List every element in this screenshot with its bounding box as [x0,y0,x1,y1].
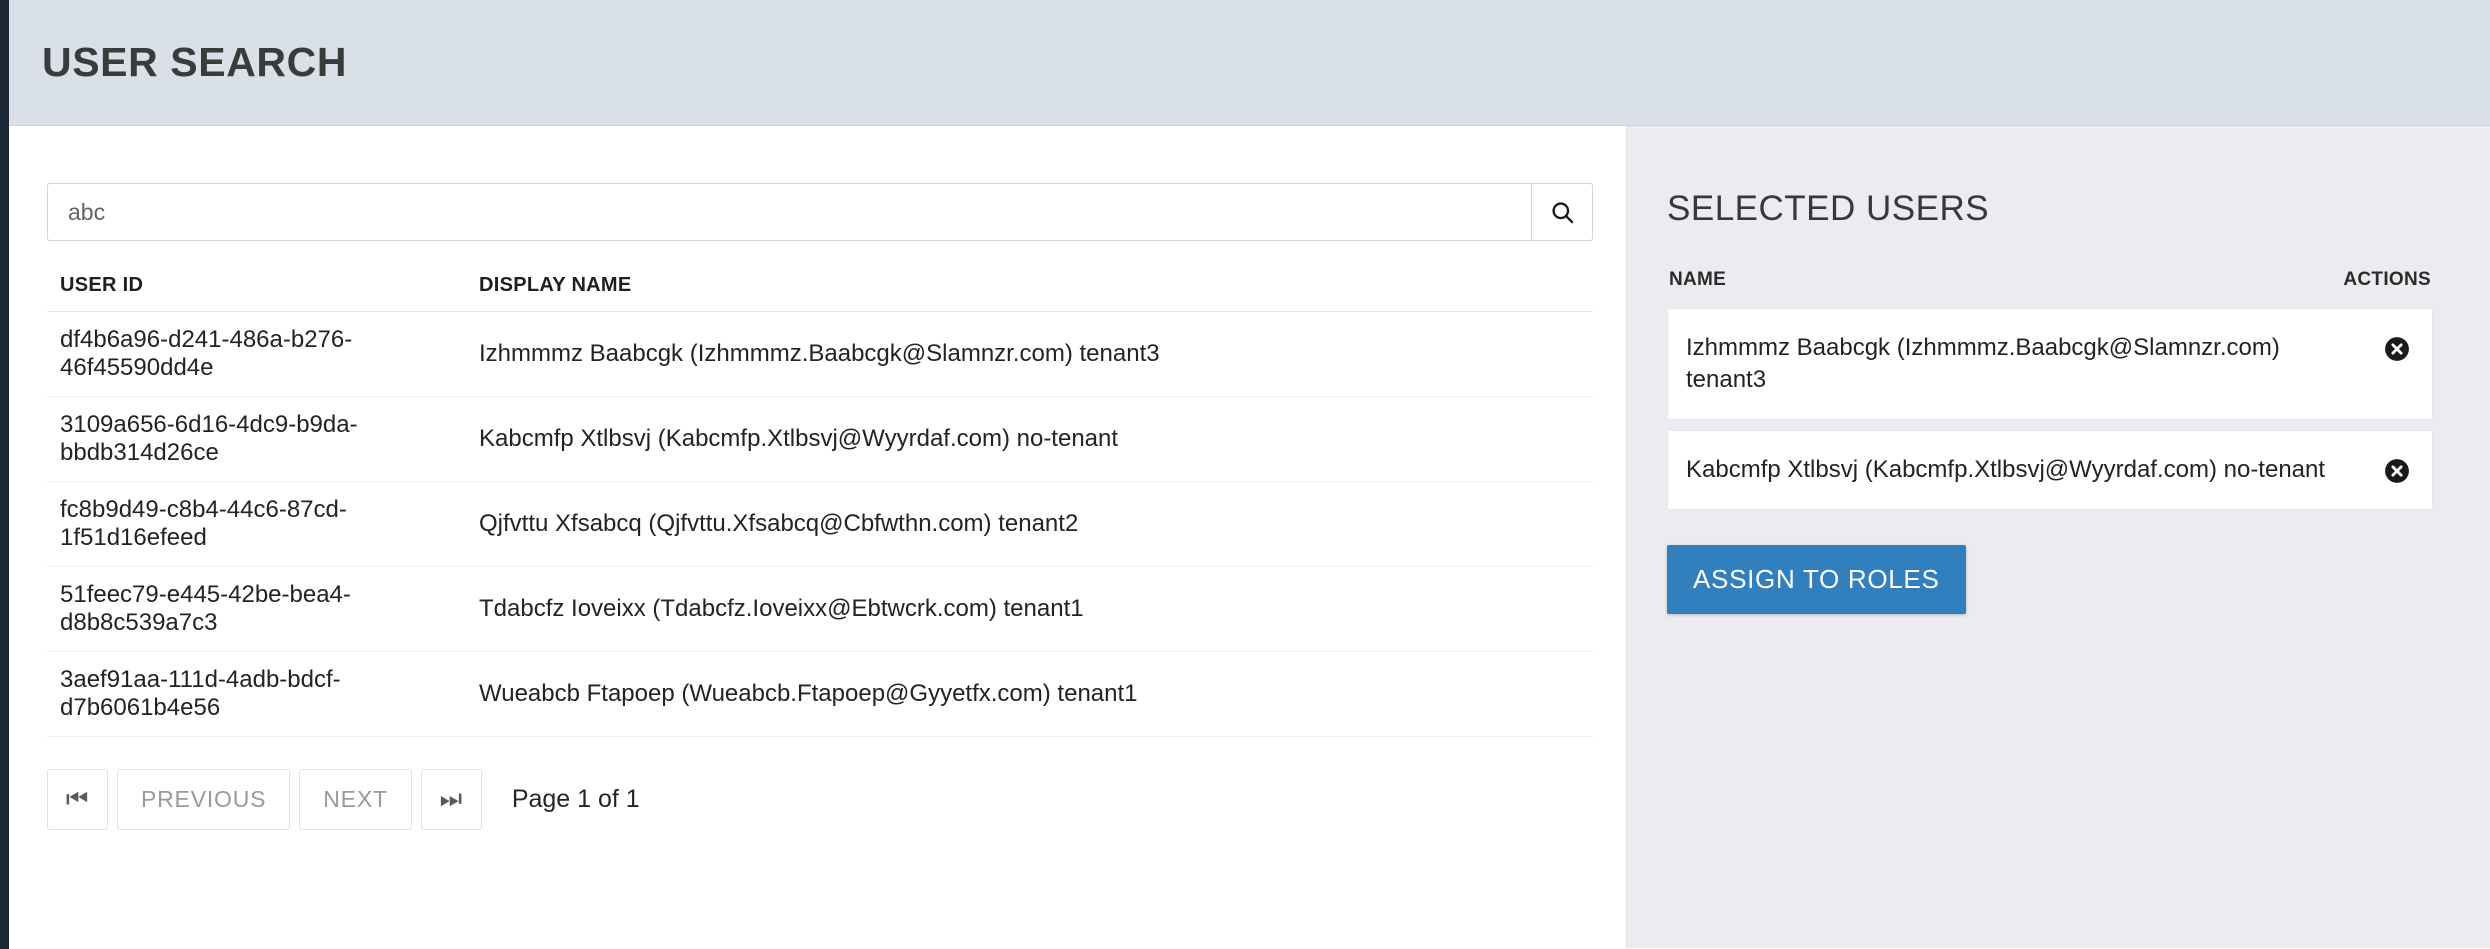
cell-display-name: Tdabcfz Ioveixx (Tdabcfz.Ioveixx@Ebtwcrk… [479,595,1084,622]
search-button[interactable] [1531,183,1593,241]
last-page-icon: ⏭ [439,785,463,813]
selected-users-title: SELECTED USERS [1667,189,1990,228]
page-info-label: Page 1 of 1 [511,785,640,813]
cell-user-id: 3109a656-6d16-4dc9-b9da-bbdb314d26ce [60,411,358,466]
table-row[interactable]: 3109a656-6d16-4dc9-b9da-bbdb314d26ce Kab… [47,397,1593,482]
remove-selected-user-button[interactable] [2384,458,2410,484]
pagination-controls: ⏮ PREVIOUS NEXT ⏭ Page 1 of 1 [47,769,1626,830]
column-header-user-id: USER ID [60,274,144,296]
search-bar [47,183,1593,241]
selected-user-name: Kabcmfp Xtlbsvj (Kabcmfp.Xtlbsvj@Wyyrdaf… [1686,455,2326,483]
selected-user-item: Kabcmfp Xtlbsvj (Kabcmfp.Xtlbsvj@Wyyrdaf… [1667,429,2433,510]
column-header-name: NAME [1669,269,1727,290]
search-input[interactable] [47,183,1531,241]
table-row[interactable]: df4b6a96-d241-486a-b276-46f45590dd4e Izh… [47,312,1593,397]
column-header-actions: ACTIONS [2343,269,2431,290]
content-area: USER ID DISPLAY NAME df4b6a96-d241-486a-… [9,126,2490,948]
remove-circle-icon [2384,458,2410,487]
cell-display-name: Kabcmfp Xtlbsvj (Kabcmfp.Xtlbsvj@Wyyrdaf… [479,425,1119,452]
search-results-pane: USER ID DISPLAY NAME df4b6a96-d241-486a-… [9,126,1626,948]
last-page-button[interactable]: ⏭ [420,769,482,830]
cell-display-name: Izhmmmz Baabcgk (Izhmmmz.Baabcgk@Slamnzr… [479,340,1160,367]
cell-user-id: 51feec79-e445-42be-bea4-d8b8c539a7c3 [60,581,351,636]
next-page-button[interactable]: NEXT [299,769,412,830]
results-table-header: USER ID DISPLAY NAME [47,274,1593,312]
remove-selected-user-button[interactable] [2384,336,2410,362]
page-header: USER SEARCH [9,0,2490,126]
cell-user-id: 3aef91aa-111d-4adb-bdcf-d7b6061b4e56 [60,666,341,721]
selected-users-table-header: NAME ACTIONS [1667,269,2433,308]
first-page-button[interactable]: ⏮ [47,769,108,830]
page-title: USER SEARCH [42,39,348,85]
assign-to-roles-button[interactable]: ASSIGN TO ROLES [1667,544,1966,614]
table-row[interactable]: 51feec79-e445-42be-bea4-d8b8c539a7c3 Tda… [47,567,1593,652]
selected-user-name: Izhmmmz Baabcgk (Izhmmmz.Baabcgk@Slamnzr… [1686,334,2280,393]
table-row[interactable]: fc8b9d49-c8b4-44c6-87cd-1f51d16efeed Qjf… [47,482,1593,567]
cell-user-id: fc8b9d49-c8b4-44c6-87cd-1f51d16efeed [60,496,347,551]
first-page-icon: ⏮ [65,785,90,813]
remove-circle-icon [2384,337,2410,365]
cell-display-name: Qjfvttu Xfsabcq (Qjfvttu.Xfsabcq@Cbfwthn… [479,510,1079,537]
selected-users-pane: SELECTED USERS NAME ACTIONS Izhmmmz Baab… [1626,126,2490,948]
cell-user-id: df4b6a96-d241-486a-b276-46f45590dd4e [60,326,353,381]
column-header-display-name: DISPLAY NAME [479,274,632,296]
user-search-app: USER SEARCH USER ID DISPLAY NA [0,0,2490,949]
selected-user-item: Izhmmmz Baabcgk (Izhmmmz.Baabcgk@Slamnzr… [1667,308,2433,420]
previous-page-button[interactable]: PREVIOUS [117,769,291,830]
search-icon [1549,199,1576,226]
cell-display-name: Wueabcb Ftapoep (Wueabcb.Ftapoep@Gyyetfx… [479,680,1138,707]
table-row[interactable]: 3aef91aa-111d-4adb-bdcf-d7b6061b4e56 Wue… [47,652,1593,737]
results-table: USER ID DISPLAY NAME df4b6a96-d241-486a-… [47,274,1593,737]
